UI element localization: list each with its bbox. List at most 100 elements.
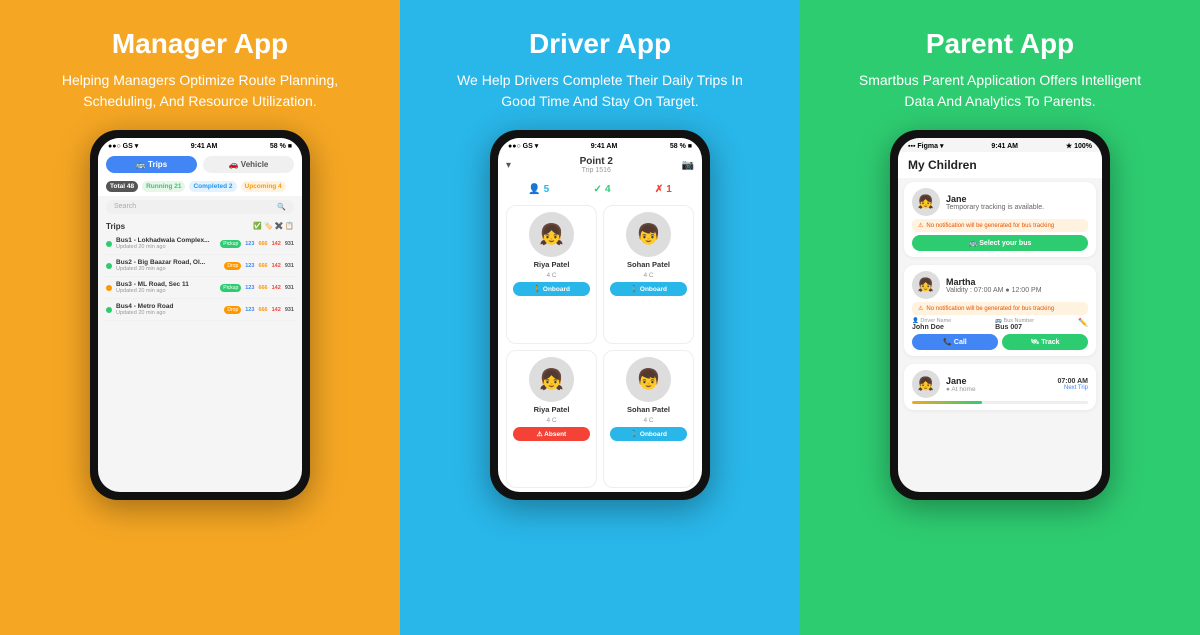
trip-name: Bus2 - Big Baazar Road, Ol... xyxy=(116,259,220,266)
onboard-button[interactable]: 🚶 Onboard xyxy=(610,427,687,441)
action-buttons: 📞 Call 🛰 Track xyxy=(912,334,1088,350)
trip-nums: 123 xyxy=(245,241,254,247)
my-children-header: My Children xyxy=(898,152,1102,178)
child-card-jane-2: 👧 Jane ● At home 07:00 AM Next Trip xyxy=(904,364,1096,410)
avatar: 👧 xyxy=(912,188,940,216)
progress-fill xyxy=(912,401,982,404)
child-name: Martha xyxy=(946,277,1042,287)
status-right: ★ 100% xyxy=(1066,142,1092,150)
trip-type: Pickup xyxy=(220,284,241,292)
trip-nums: 123 xyxy=(245,285,254,291)
trip-num4: 931 xyxy=(285,285,294,291)
stat-total: 👤 5 xyxy=(528,184,549,195)
trip-subtitle: Trip 1516 xyxy=(580,167,613,174)
trip-time: Updated 20 min ago xyxy=(116,288,216,294)
status-dot xyxy=(106,241,112,247)
student-class: 4 C xyxy=(643,417,653,424)
running-badge: Running 21 xyxy=(142,181,185,192)
child-status: Temporary tracking is available. xyxy=(946,204,1044,211)
stat-onboard: ✓ 4 xyxy=(594,184,611,195)
stat-total-val: 5 xyxy=(544,184,550,195)
stat-absent-val: 1 xyxy=(666,184,672,195)
trip-type: Drop xyxy=(224,306,241,314)
stat-absent: ✗ 1 xyxy=(655,184,672,195)
driver-panel: Driver App We Help Drivers Complete Thei… xyxy=(400,0,800,635)
status-time: 9:41 AM xyxy=(191,143,218,150)
trip-num3: 142 xyxy=(272,241,281,247)
edit-icon[interactable]: ✏️ xyxy=(1078,318,1088,331)
status-left: ▪▪▪ Figma ▾ xyxy=(908,142,943,150)
student-class: 4 C xyxy=(643,272,653,279)
manager-trips-list: Bus1 - Lokhadwala Complex... Updated 20 … xyxy=(98,233,302,492)
trip-type: Pickup xyxy=(220,240,241,248)
track-button[interactable]: 🛰 Track xyxy=(1002,334,1088,350)
trip-num2: 666 xyxy=(258,285,267,291)
call-button[interactable]: 📞 Call xyxy=(912,334,998,350)
trip-num3: 142 xyxy=(272,307,281,313)
parent-panel: Parent App Smartbus Parent Application O… xyxy=(800,0,1200,635)
onboard-button[interactable]: 🚶 Onboard xyxy=(610,282,687,296)
warning-text: No notification will be generated for bu… xyxy=(926,223,1054,229)
student-card: 👦 Sohan Patel 4 C 🚶 Onboard xyxy=(603,205,694,344)
student-name: Sohan Patel xyxy=(627,405,670,414)
child-row: 👧 Martha Validity : 07:00 AM ● 12:00 PM xyxy=(912,271,1088,299)
trip-num2: 666 xyxy=(258,241,267,247)
status-dot xyxy=(106,307,112,313)
qr-icon[interactable]: 📷 xyxy=(682,160,694,171)
stat-onboard-val: 4 xyxy=(605,184,611,195)
select-bus-button[interactable]: 🚌 Select your bus xyxy=(912,235,1088,251)
manager-subtitle: Helping Managers Optimize Route Planning… xyxy=(50,70,350,112)
manager-screen: ●●○ GS ▾ 9:41 AM 58 % ■ 🚌 Trips 🚗 Vehicl… xyxy=(98,138,302,492)
total-badge: Total 48 xyxy=(106,181,138,192)
trip-num2: 666 xyxy=(258,307,267,313)
student-name: Riya Patel xyxy=(534,405,570,414)
trips-tab[interactable]: 🚌 Trips xyxy=(106,156,197,173)
student-card: 👧 Riya Patel 4 C ⚠ Absent xyxy=(506,350,597,489)
back-icon[interactable]: ▾ xyxy=(506,160,511,171)
trips-tab-label: 🚌 Trips xyxy=(136,160,167,169)
onboard-button[interactable]: 🚶 Onboard xyxy=(513,282,590,296)
list-item[interactable]: Bus3 - ML Road, Sec 11 Updated 20 min ag… xyxy=(104,277,296,299)
search-placeholder: Search xyxy=(114,203,136,211)
warning-icon: ⚠ xyxy=(918,305,923,312)
avatar: 👧 xyxy=(529,212,574,257)
avatar: 👧 xyxy=(912,370,940,398)
student-icon: 👤 xyxy=(528,184,540,195)
next-trip-label: Next Trip xyxy=(1058,385,1088,391)
trip-time: Updated 20 min ago xyxy=(116,244,216,250)
my-children-label: My Children xyxy=(908,158,977,172)
list-item[interactable]: Bus2 - Big Baazar Road, Ol... Updated 20… xyxy=(104,255,296,277)
absent-button[interactable]: ⚠ Absent xyxy=(513,427,590,441)
child-card-martha: 👧 Martha Validity : 07:00 AM ● 12:00 PM … xyxy=(904,265,1096,356)
student-name: Riya Patel xyxy=(534,260,570,269)
driver-status-bar: ●●○ GS ▾ 9:41 AM 58 % ■ xyxy=(498,138,702,152)
manager-search[interactable]: Search 🔍 xyxy=(106,200,294,214)
trip-num3: 142 xyxy=(272,285,281,291)
manager-panel: Manager App Helping Managers Optimize Ro… xyxy=(0,0,400,635)
student-class: 4 C xyxy=(546,272,556,279)
driver-name: John Doe xyxy=(912,324,951,331)
parent-subtitle: Smartbus Parent Application Offers Intel… xyxy=(850,70,1150,112)
warning-icon: ⚠ xyxy=(918,222,923,229)
list-header-icons: ✅ 🏷️ ✖️ 📋 xyxy=(253,222,294,231)
child-card-jane-1: 👧 Jane Temporary tracking is available. … xyxy=(904,182,1096,257)
trip-name: Bus4 - Metro Road xyxy=(116,303,220,310)
vehicle-tab[interactable]: 🚗 Vehicle xyxy=(203,156,294,173)
driver-bus-info: 👤 Driver Name John Doe 🚌 Bus Number Bus … xyxy=(912,318,1088,331)
student-grid: 👧 Riya Patel 4 C 🚶 Onboard 👦 Sohan Patel… xyxy=(498,201,702,492)
student-card: 👧 Riya Patel 4 C 🚶 Onboard xyxy=(506,205,597,344)
child-location: ● At home xyxy=(946,386,976,393)
driver-title: Driver App xyxy=(529,28,671,60)
list-item[interactable]: Bus4 - Metro Road Updated 20 min ago Dro… xyxy=(104,299,296,321)
driver-screen: ●●○ GS ▾ 9:41 AM 58 % ■ ▾ Point 2 Trip 1… xyxy=(498,138,702,492)
progress-bar xyxy=(912,401,1088,404)
child-validity: Validity : 07:00 AM ● 12:00 PM xyxy=(946,287,1042,294)
status-time: 9:41 AM xyxy=(591,143,618,150)
status-dot xyxy=(106,263,112,269)
student-class: 4 C xyxy=(546,417,556,424)
trip-num4: 931 xyxy=(285,307,294,313)
list-header-label: Trips xyxy=(106,222,125,231)
manager-counters: Total 48 Running 21 Completed 2 Upcoming… xyxy=(98,177,302,196)
list-item[interactable]: Bus1 - Lokhadwala Complex... Updated 20 … xyxy=(104,233,296,255)
parent-screen: ▪▪▪ Figma ▾ 9:41 AM ★ 100% My Children 👧… xyxy=(898,138,1102,492)
